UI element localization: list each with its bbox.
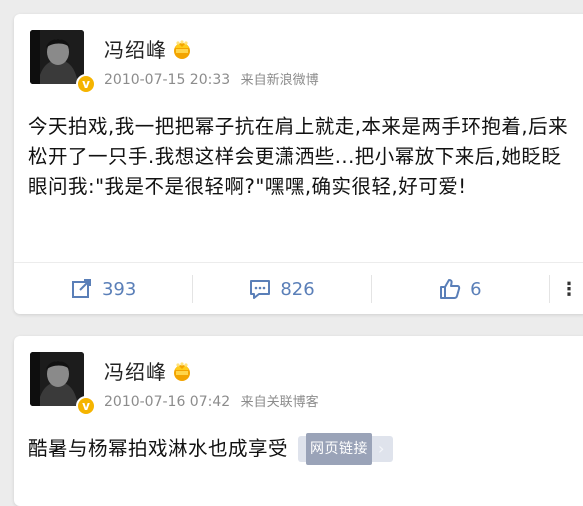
action-bar: 393 826 6 ⋮ [14, 262, 583, 315]
crown-icon [171, 361, 193, 381]
verified-badge-icon: v [76, 396, 96, 416]
weibo-post-card: v 冯绍峰 2010-07-16 07:42 来自关联博客 酷暑与杨幂拍戏淋水也… [14, 336, 583, 506]
comment-button[interactable]: 826 [192, 263, 370, 315]
web-link-button[interactable]: 网页链接 › [298, 433, 393, 465]
avatar[interactable] [30, 30, 84, 84]
repost-button[interactable]: 393 [14, 263, 192, 315]
web-link-label: 网页链接 [306, 433, 373, 465]
repost-count: 393 [101, 278, 137, 300]
comment-count: 826 [280, 278, 315, 300]
post-text: 酷暑与杨幂拍戏淋水也成享受 [28, 437, 289, 460]
post-time[interactable]: 2010-07-16 07:42 [104, 394, 230, 410]
author-name[interactable]: 冯绍峰 [104, 34, 167, 63]
like-button[interactable]: 6 [370, 263, 549, 315]
verified-badge-icon: v [76, 74, 96, 94]
more-button[interactable]: ⋮ [548, 263, 583, 315]
author-name[interactable]: 冯绍峰 [104, 356, 167, 385]
share-icon [71, 279, 91, 298]
weibo-post-card: v 冯绍峰 2010-07-15 20:33 来自新浪微博 今天拍戏,我一把把幂… [14, 14, 583, 314]
chevron-right-icon: › [378, 439, 385, 458]
post-time[interactable]: 2010-07-15 20:33 [104, 72, 230, 88]
avatar-container[interactable]: v [30, 352, 96, 416]
crown-icon [171, 39, 193, 59]
like-count: 6 [470, 278, 482, 300]
post-source[interactable]: 来自新浪微博 [241, 73, 319, 88]
post-text-row: 酷暑与杨幂拍戏淋水也成享受 网页链接 › [28, 433, 573, 465]
thumb-up-icon [440, 279, 461, 299]
avatar[interactable] [30, 352, 84, 406]
comment-icon [250, 280, 271, 299]
avatar-container[interactable]: v [30, 30, 96, 94]
post-text: 今天拍戏,我一把把幂子抗在肩上就走,本来是两手环抱着,后来松开了一只手.我想这样… [28, 115, 569, 198]
post-source[interactable]: 来自关联博客 [241, 395, 319, 410]
